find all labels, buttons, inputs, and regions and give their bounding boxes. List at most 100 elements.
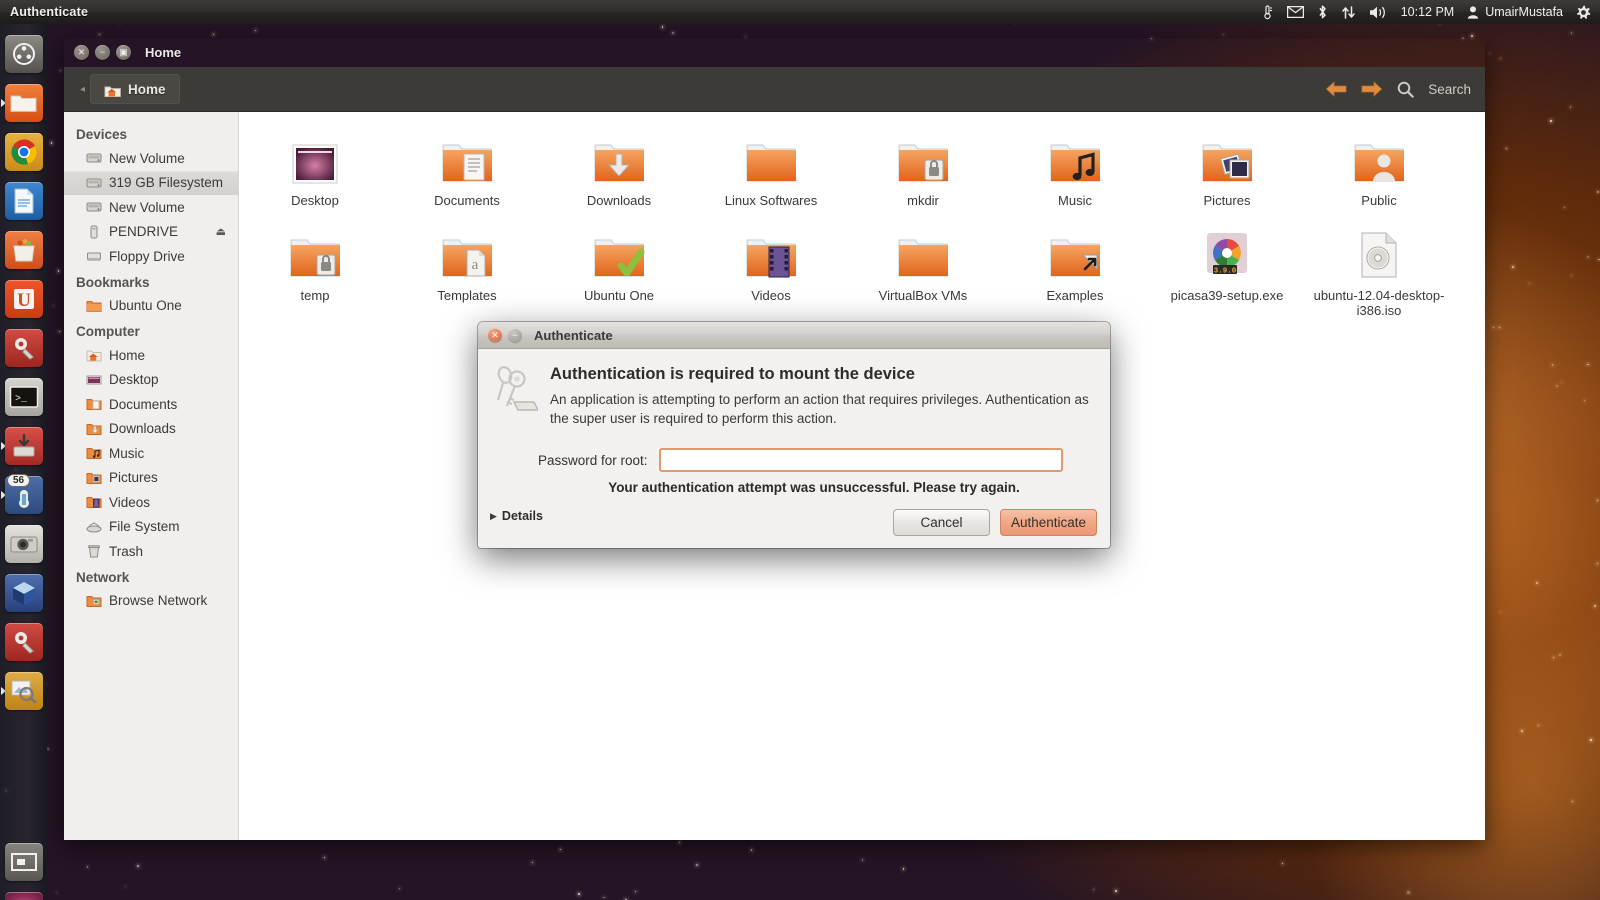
launcher-item-ubuntu-one[interactable]: U [0,274,47,323]
sidebar-item-new-volume-1[interactable]: New Volume [64,146,238,171]
window-minimize-button[interactable]: − [95,45,110,60]
search-label[interactable]: Search [1428,82,1471,97]
launcher-item-files-nautilus[interactable] [0,78,47,127]
launcher-item-camera[interactable] [0,519,47,568]
volume-icon[interactable] [1369,5,1388,20]
envelope-icon[interactable] [1286,6,1304,18]
file-name: mkdir [907,193,939,208]
launcher-item-image-viewer[interactable] [0,666,47,715]
sidebar-item-ubuntu-one[interactable]: Ubuntu One [64,294,238,319]
forward-arrow-icon[interactable] [1361,81,1383,97]
launcher-item-software-center[interactable] [0,225,47,274]
user-home-icon [86,350,102,362]
launcher-separator [0,715,47,729]
sidebar-section-devices: Devices [76,127,128,142]
clock[interactable]: 10:12 PM [1401,5,1455,19]
file-row: temp a Templates Ubuntu One Videos Virtu… [239,221,1485,318]
file-name: temp [300,288,330,303]
back-arrow-icon[interactable] [1325,81,1347,97]
launcher-item-system-tools[interactable] [0,323,47,372]
launcher-item-archive-manager[interactable] [0,421,47,470]
window-close-button[interactable]: ✕ [74,45,89,60]
file-item-virtualbox-vms[interactable]: VirtualBox VMs [847,221,999,318]
file-item-music[interactable]: Music [999,126,1151,208]
launcher-item-libreoffice-writer[interactable] [0,176,47,225]
file-item-templates[interactable]: a Templates [391,221,543,318]
media-floppy-icon [87,252,101,261]
authenticate-button[interactable]: Authenticate [1000,509,1097,536]
file-item-downloads[interactable]: Downloads [543,126,695,208]
cd-image-icon [1303,225,1455,281]
sidebar-item-floppy-drive[interactable]: Floppy Drive [64,244,238,269]
file-item-examples[interactable]: Examples [999,221,1151,318]
file-item-documents[interactable]: Documents [391,126,543,208]
sidebar-item-label: Downloads [109,421,176,437]
launcher-item-workspace-switcher[interactable] [0,837,47,886]
file-item-ubuntu-one[interactable]: Ubuntu One [543,221,695,318]
launcher-item-system-settings[interactable] [0,617,47,666]
file-item-linux-softwares[interactable]: Linux Softwares [695,126,847,208]
drive-harddisk-icon [86,178,102,188]
settings-gear-icon [14,631,34,654]
dialog-minimize-button[interactable]: − [508,328,522,342]
file-item-videos[interactable]: Videos [695,221,847,318]
sidebar-item-file-system[interactable]: File System [64,515,238,540]
launcher-item-dash-home[interactable] [0,29,47,78]
file-item-ubuntu-iso[interactable]: ubuntu-12.04-desktop-i386.iso [1303,221,1455,318]
network-icon[interactable] [1341,5,1356,20]
sidebar-item-trash[interactable]: Trash [64,539,238,564]
breadcrumb-left-arrow[interactable]: ◂ [77,84,88,95]
launcher-badge: 56 [7,474,31,487]
session-user-menu[interactable]: UmairMustafa [1467,5,1563,19]
chrome-icon [11,138,37,165]
folder-pictures-icon [86,472,102,484]
cube-icon [12,581,35,605]
sidebar-item-music[interactable]: Music [64,441,238,466]
file-item-public[interactable]: Public [1303,126,1455,208]
eject-icon[interactable]: ⏏ [216,225,226,238]
svg-text:>_: >_ [15,394,28,405]
svg-text:a: a [472,257,479,273]
sidebar-item-documents[interactable]: Documents [64,392,238,417]
password-input[interactable] [658,448,1063,472]
bluetooth-icon[interactable] [1317,4,1328,20]
dialog-body: Authentication is required to mount the … [478,349,1110,428]
launcher-item-temperature-monitor[interactable]: 56 [0,470,47,519]
dialog-close-button[interactable]: ✕ [488,328,502,342]
folder-symlink-icon [999,225,1151,281]
sidebar-item-desktop[interactable]: Desktop [64,368,238,393]
search-icon[interactable] [1397,81,1414,98]
breadcrumb-item-home[interactable]: Home [90,74,180,104]
panel-indicators: 10:12 PM UmairMustafa [1261,4,1600,20]
cancel-button[interactable]: Cancel [893,509,990,536]
network-workgroup-icon [86,595,102,607]
launcher-item-virtualbox[interactable] [0,568,47,617]
sidebar-item-home[interactable]: Home [64,343,238,368]
launcher-item-google-chrome[interactable] [0,127,47,176]
sidebar-item-videos[interactable]: Videos [64,490,238,515]
folder-downloads-icon [543,130,695,186]
shopping-bag-icon [12,238,35,261]
thermometer-icon[interactable] [1261,4,1274,20]
window-maximize-button[interactable]: ▣ [116,45,131,60]
gear-icon[interactable] [1576,5,1591,20]
file-item-picasa-setup[interactable]: 3.9.0 picasa39-setup.exe [1151,221,1303,318]
sidebar-item-label: Videos [109,494,151,510]
sidebar-section-computer: Computer [76,324,140,339]
file-item-pictures[interactable]: Pictures [1151,126,1303,208]
sidebar-item-pictures[interactable]: Pictures [64,466,238,491]
file-name: Desktop [291,193,339,208]
sidebar-item-browse-network[interactable]: Browse Network [64,589,238,614]
file-item-mkdir[interactable]: mkdir [847,126,999,208]
launcher-item-desktop-wallpaper[interactable] [0,886,47,900]
drive-harddisk-system-icon [86,522,102,533]
launcher-item-terminal[interactable]: >_ [0,372,47,421]
sidebar-item-new-volume-2[interactable]: New Volume [64,195,238,220]
sidebar-item-pendrive[interactable]: PENDRIVE ⏏ [64,220,238,245]
file-item-temp[interactable]: temp [239,221,391,318]
password-label: Password for root: [538,452,648,468]
sidebar-item-downloads[interactable]: Downloads [64,417,238,442]
file-item-desktop[interactable]: Desktop [239,126,391,208]
folder-public-icon [1303,130,1455,186]
sidebar-item-319-gb-filesystem[interactable]: 319 GB Filesystem [64,170,238,195]
